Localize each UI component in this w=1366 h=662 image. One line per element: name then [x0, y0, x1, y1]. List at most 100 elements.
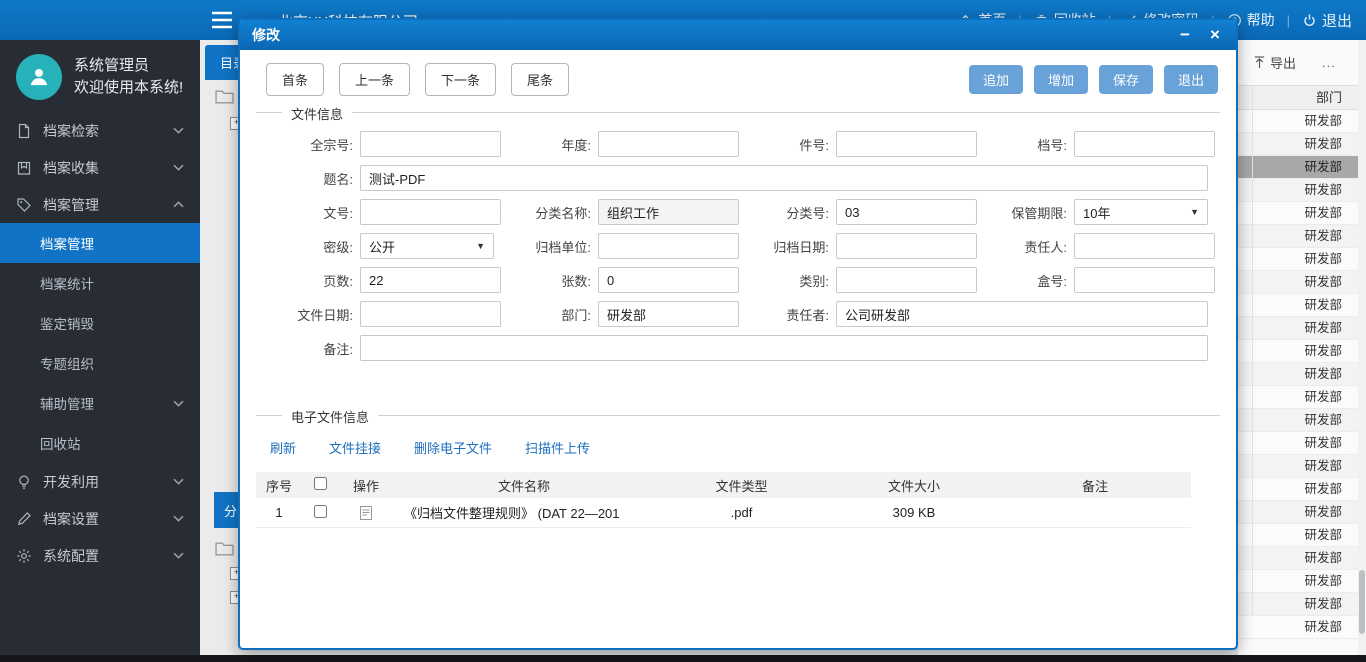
table-row[interactable]: 研发部: [1238, 294, 1358, 317]
form-field: 张数:: [494, 267, 739, 293]
table-row[interactable]: 研发部: [1238, 524, 1358, 547]
menu-label: 档案管理: [43, 196, 99, 213]
input-field[interactable]: [1074, 131, 1215, 157]
input-field[interactable]: [598, 233, 739, 259]
dialog-header[interactable]: 修改 − ×: [240, 20, 1236, 50]
export-button[interactable]: 导出: [1254, 53, 1296, 72]
efile-row[interactable]: 1 《归档文件整理规则》 (DAT 22—201 .pdf 309 KB: [256, 498, 1191, 528]
form-row: 文号: 分类名称: 分类号: 保管期限: 10年 ▼: [256, 199, 1236, 225]
sidebar-subitem-5[interactable]: 鉴定销毁: [0, 303, 200, 343]
table-row[interactable]: 研发部: [1238, 340, 1358, 363]
sidebar-item-11[interactable]: 系统配置: [0, 537, 200, 574]
efile-link-0[interactable]: 刷新: [270, 438, 296, 457]
table-row[interactable]: 研发部: [1238, 248, 1358, 271]
input-field[interactable]: [1074, 233, 1215, 259]
sidebar-subitem-6[interactable]: 专题组织: [0, 343, 200, 383]
efile-cell-check: [302, 498, 338, 528]
close-icon[interactable]: ×: [1202, 25, 1228, 45]
input-field[interactable]: [836, 267, 977, 293]
table-row[interactable]: 研发部: [1238, 478, 1358, 501]
input-field[interactable]: [598, 301, 739, 327]
row-checkbox[interactable]: [313, 504, 327, 518]
record-nav-button-0[interactable]: 首条: [266, 63, 325, 96]
record-nav-button-2[interactable]: 下一条: [425, 63, 497, 96]
input-field[interactable]: [836, 233, 977, 259]
pdf-file-icon[interactable]: [358, 505, 374, 521]
sidebar-subitem-3[interactable]: 档案管理: [0, 223, 200, 263]
table-row[interactable]: 研发部: [1238, 225, 1358, 248]
sidebar-subitem-7[interactable]: 辅助管理: [0, 383, 200, 423]
record-nav-button-1[interactable]: 上一条: [339, 63, 411, 96]
table-row[interactable]: 研发部: [1238, 363, 1358, 386]
input-field[interactable]: [1074, 267, 1215, 293]
table-row[interactable]: 研发部: [1238, 616, 1358, 639]
hamburger-menu-icon[interactable]: [211, 11, 233, 29]
table-row[interactable]: 研发部: [1238, 547, 1358, 570]
more-button[interactable]: ...: [1322, 55, 1336, 70]
input-field[interactable]: [598, 131, 739, 157]
table-row[interactable]: 研发部: [1238, 386, 1358, 409]
efile-link-3[interactable]: 扫描件上传: [525, 438, 590, 457]
form-field: 归档日期:: [732, 233, 977, 259]
input-field[interactable]: [836, 301, 1208, 327]
table-row[interactable]: 研发部: [1238, 179, 1358, 202]
input-field[interactable]: [598, 267, 739, 293]
action-button-1[interactable]: 增加: [1033, 65, 1088, 94]
table-row[interactable]: 研发部: [1238, 455, 1358, 478]
sidebar-item-9[interactable]: 开发利用: [0, 463, 200, 500]
select-field[interactable]: 公开 ▼: [360, 233, 494, 259]
column-divider: [1252, 85, 1253, 615]
table-row[interactable]: 研发部: [1238, 271, 1358, 294]
table-row[interactable]: 研发部: [1238, 110, 1358, 133]
table-row[interactable]: 研发部: [1238, 133, 1358, 156]
efile-link-1[interactable]: 文件挂接: [329, 438, 381, 457]
table-row[interactable]: 研发部: [1238, 570, 1358, 593]
edit-dialog: 修改 − × 首条 上一条 下一条 尾条 追加 增加 保存 退出 文件信息 全宗号: 年度: 件…: [238, 18, 1238, 650]
file-info-section: 文件信息: [256, 104, 1220, 123]
select-all-checkbox[interactable]: [313, 477, 327, 490]
minimize-icon[interactable]: −: [1172, 25, 1198, 45]
action-button-3[interactable]: 退出: [1163, 65, 1218, 94]
input-field[interactable]: [360, 335, 1208, 361]
action-button-0[interactable]: 追加: [968, 65, 1023, 94]
input-field[interactable]: [360, 131, 501, 157]
nav-label: 退出: [1321, 12, 1352, 30]
sidebar-item-2[interactable]: 档案管理: [0, 186, 200, 223]
input-field[interactable]: [836, 199, 977, 225]
form-field: 分类名称:: [494, 199, 739, 225]
efile-link-2[interactable]: 删除电子文件: [414, 438, 492, 457]
table-row[interactable]: 研发部: [1238, 202, 1358, 225]
select-field[interactable]: 10年 ▼: [1074, 199, 1208, 225]
table-row[interactable]: 研发部: [1238, 409, 1358, 432]
nav-power[interactable]: 退出: [1302, 10, 1352, 31]
sidebar-item-0[interactable]: 档案检索: [0, 112, 200, 149]
efile-table-header: 序号 操作 文件名称 文件类型 文件大小 备注: [256, 472, 1191, 498]
action-button-2[interactable]: 保存: [1098, 65, 1153, 94]
form-field: 密级: 公开 ▼: [256, 233, 494, 259]
sidebar-subitem-8[interactable]: 回收站: [0, 423, 200, 463]
vertical-scrollbar[interactable]: [1358, 40, 1366, 655]
input-field[interactable]: [360, 165, 1208, 191]
sidebar-subitem-4[interactable]: 档案统计: [0, 263, 200, 303]
dept-column-header[interactable]: 部门: [1238, 85, 1358, 110]
input-field[interactable]: [836, 131, 977, 157]
sidebar-item-1[interactable]: 档案收集: [0, 149, 200, 186]
table-row[interactable]: 研发部: [1238, 317, 1358, 340]
table-row[interactable]: 研发部: [1238, 156, 1358, 179]
table-row[interactable]: 研发部: [1238, 593, 1358, 616]
input-field[interactable]: [360, 301, 501, 327]
scrollbar-thumb[interactable]: [1359, 570, 1365, 634]
chevron-down-icon: [173, 127, 184, 134]
export-label: 导出: [1270, 56, 1297, 71]
file-info-legend: 文件信息: [282, 104, 353, 123]
input-field[interactable]: [360, 267, 501, 293]
record-nav-button-3[interactable]: 尾条: [511, 63, 570, 96]
sidebar-item-10[interactable]: 档案设置: [0, 500, 200, 537]
field-label: 题名:: [323, 171, 353, 187]
table-row[interactable]: 研发部: [1238, 432, 1358, 455]
table-row[interactable]: 研发部: [1238, 501, 1358, 524]
efile-cell-op: [338, 498, 394, 528]
field-label: 全宗号:: [310, 137, 353, 153]
input-field[interactable]: [360, 199, 501, 225]
input-field[interactable]: [598, 199, 739, 225]
